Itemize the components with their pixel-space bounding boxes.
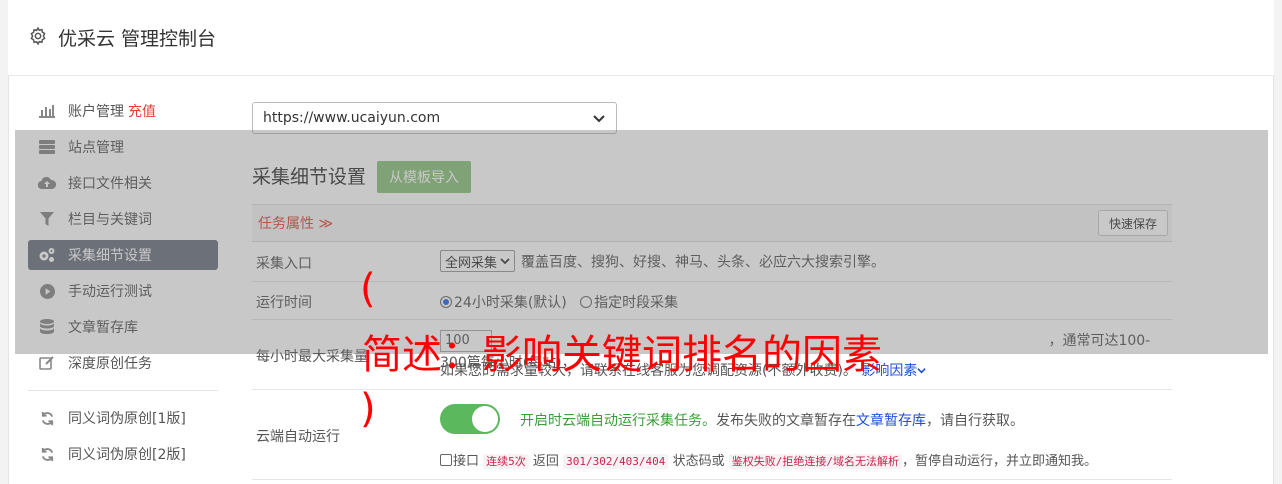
watermark-open-paren: ( — [360, 266, 376, 312]
page-header: 优采云 管理控制台 — [8, 0, 1274, 76]
sidebar-item-label: 深度原创任务 — [68, 356, 152, 372]
chk-mid2: 状态码或 — [672, 454, 725, 469]
row-cloud-run: 云端自动运行 开启时云端自动运行采集任务。发布失败的文章暂存在文章暂存库，请自行… — [252, 390, 1172, 480]
toggle-knob — [472, 406, 498, 432]
sidebar-item-synonym-v2[interactable]: 同义词伪原创[2版] — [28, 439, 218, 469]
chk-tail: ，暂停自动运行，并立即通知我。 — [901, 454, 1097, 469]
edit-icon — [38, 354, 56, 372]
sidebar-item-label: 同义词伪原创[1版] — [68, 411, 186, 427]
watermark-close-paren: ) — [360, 386, 376, 432]
code-status: 301/302/403/404 — [563, 454, 669, 469]
gear-icon — [30, 26, 46, 46]
cloud-run-toggle[interactable] — [440, 404, 500, 434]
cloud-desc-a: 发布失败的文章暂存在 — [716, 413, 856, 429]
bar-chart-icon — [38, 102, 56, 120]
sidebar-item-synonym-v1[interactable]: 同义词伪原创[1版] — [28, 403, 218, 433]
chevron-down-icon — [917, 368, 927, 374]
chk-pre: 接口 — [453, 454, 480, 469]
cloud-pause-option: 接口 连续5次 返回 301/302/403/404 状态码或 鉴权失败/拒绝连… — [440, 450, 1097, 469]
article-store-link[interactable]: 文章暂存库 — [856, 413, 926, 429]
recharge-link[interactable]: 充值 — [128, 101, 156, 121]
cloud-on-text: 开启时云端自动运行采集任务。 — [520, 413, 716, 429]
cloud-desc-b: ，请自行获取。 — [926, 413, 1024, 429]
site-select-value: https://www.ucaiyun.com — [263, 110, 441, 126]
modal-overlay — [15, 130, 1268, 354]
row-label: 云端自动运行 — [256, 429, 340, 445]
sidebar-item-account[interactable]: 账户管理 充值 — [28, 96, 218, 126]
code-consecutive: 连续5次 — [483, 454, 529, 469]
page-title: 优采云 管理控制台 — [58, 28, 217, 50]
cloud-desc: 开启时云端自动运行采集任务。发布失败的文章暂存在文章暂存库，请自行获取。 — [520, 410, 1024, 430]
sidebar-divider — [28, 390, 218, 391]
sidebar-item-label: 账户管理 — [68, 104, 124, 120]
code-errors: 鉴权失败/拒绝连接/域名无法解析 — [728, 454, 902, 469]
sidebar-item-label: 同义词伪原创[2版] — [68, 447, 186, 463]
chk-mid1: 返回 — [532, 454, 559, 469]
refresh-icon — [38, 409, 56, 427]
pause-checkbox[interactable] — [440, 454, 452, 466]
watermark-text: 简述：影响关键词排名的因素 — [362, 332, 882, 378]
refresh-icon — [38, 445, 56, 463]
chevron-down-icon — [593, 115, 605, 123]
